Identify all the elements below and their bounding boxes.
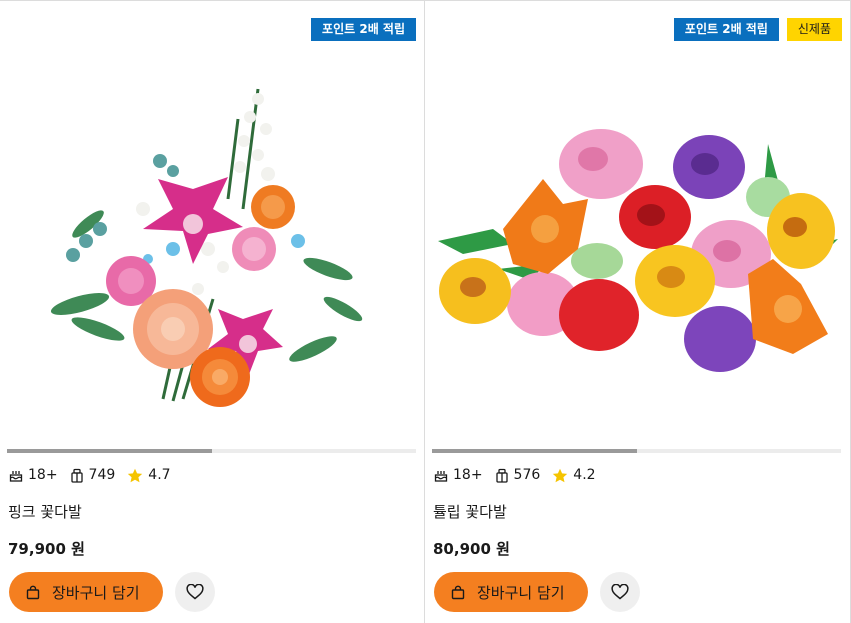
- age-value: 18+: [28, 467, 58, 483]
- pieces-value: 749: [88, 467, 116, 483]
- heart-icon: [611, 584, 629, 600]
- rating-info: 4.2: [552, 467, 596, 483]
- age-value: 18+: [453, 467, 483, 483]
- new-product-badge: 신제품: [786, 18, 842, 41]
- brick-icon: [70, 468, 83, 483]
- product-grid: 포인트 2배 적립 18+ 749 4.7 핑크 꽃다발 79,900 원 장바…: [0, 0, 851, 623]
- product-card[interactable]: 포인트 2배 적립 신제품 18+ 576 4.2 튤립 꽃다발 80,900 …: [425, 1, 851, 623]
- product-image[interactable]: [433, 59, 841, 419]
- wishlist-button[interactable]: [175, 572, 215, 612]
- add-to-cart-button[interactable]: 장바구니 담기: [9, 572, 163, 612]
- rating-info: 4.7: [127, 467, 171, 483]
- points-badge: 포인트 2배 적립: [673, 18, 779, 41]
- flower-bouquet-image: [50, 88, 363, 407]
- image-carousel-progress: [7, 449, 416, 453]
- age-info: 18+: [9, 467, 58, 483]
- image-carousel-progress: [432, 449, 841, 453]
- brick-icon: [495, 468, 508, 483]
- product-name[interactable]: 튤립 꽃다발: [433, 501, 507, 522]
- badge-group: 포인트 2배 적립 신제품: [673, 18, 842, 41]
- rating-value: 4.7: [148, 467, 171, 483]
- shopping-bag-icon: [26, 585, 40, 599]
- points-badge: 포인트 2배 적립: [311, 18, 416, 41]
- product-image[interactable]: [8, 59, 416, 419]
- pieces-info: 749: [70, 467, 116, 483]
- pieces-value: 576: [513, 467, 541, 483]
- progress-fill: [432, 449, 637, 453]
- pieces-info: 576: [495, 467, 541, 483]
- star-icon: [553, 468, 568, 482]
- product-name[interactable]: 핑크 꽃다발: [8, 501, 82, 522]
- tulip-bouquet-image: [438, 129, 838, 372]
- product-price: 79,900 원: [8, 540, 85, 558]
- badge-group: 포인트 2배 적립: [311, 18, 416, 41]
- rating-value: 4.2: [573, 467, 596, 483]
- product-price: 80,900 원: [433, 540, 510, 558]
- shopping-bag-icon: [451, 585, 465, 599]
- add-to-cart-label: 장바구니 담기: [52, 583, 140, 602]
- product-meta: 18+ 576 4.2: [434, 467, 608, 483]
- cake-icon: [9, 471, 23, 482]
- star-icon: [128, 468, 143, 482]
- progress-fill: [7, 449, 212, 453]
- add-to-cart-label: 장바구니 담기: [477, 583, 565, 602]
- age-info: 18+: [434, 467, 483, 483]
- heart-icon: [186, 584, 204, 600]
- cake-icon: [434, 471, 448, 482]
- product-meta: 18+ 749 4.7: [9, 467, 183, 483]
- add-to-cart-button[interactable]: 장바구니 담기: [434, 572, 588, 612]
- product-card[interactable]: 포인트 2배 적립 18+ 749 4.7 핑크 꽃다발 79,900 원 장바…: [0, 1, 424, 623]
- wishlist-button[interactable]: [600, 572, 640, 612]
